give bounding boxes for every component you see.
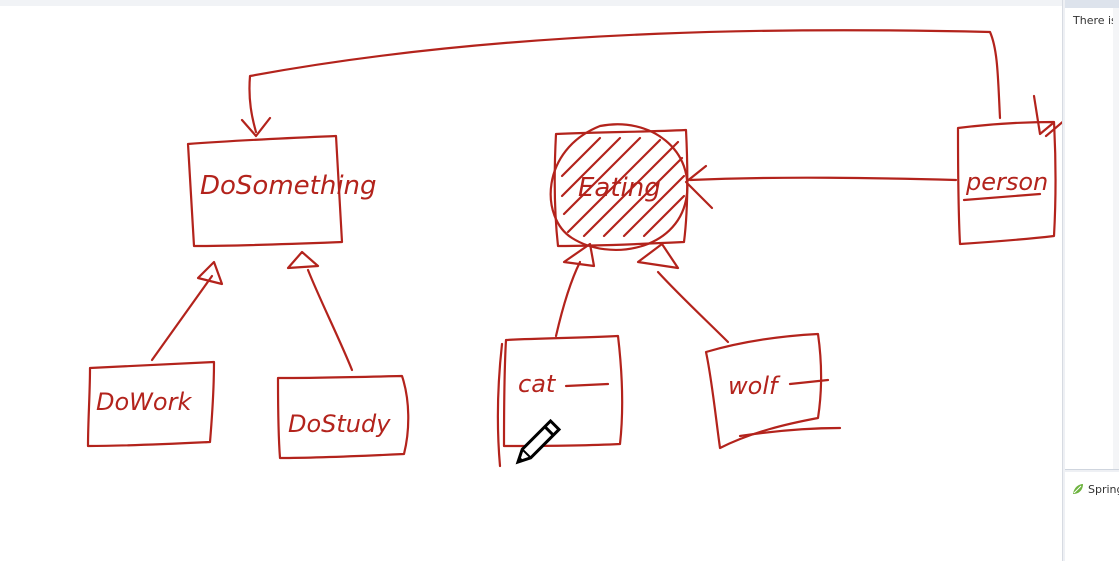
side-pane-scrollbar[interactable]	[1113, 8, 1119, 469]
node-person-label: person	[965, 168, 1048, 196]
person-to-dosomething-connector	[248, 29, 1002, 134]
node-cat-label: cat	[518, 370, 557, 398]
dosomething-arrowhead	[240, 116, 272, 138]
node-eating[interactable]: Eating	[549, 123, 689, 251]
node-cat[interactable]: cat	[496, 334, 624, 468]
wolf-triangle	[636, 242, 680, 270]
drawing-canvas[interactable]: DoSomething DoWork DoStudy Eating person…	[0, 0, 1062, 561]
dostudy-to-dosomething-edge	[306, 268, 354, 372]
node-dosomething-label: DoSomething	[200, 171, 377, 201]
node-dowork[interactable]: DoWork	[86, 360, 216, 448]
node-person[interactable]: person	[956, 80, 1062, 246]
side-panel: There is no Spring	[1062, 0, 1119, 561]
dowork-to-dosomething-edge	[150, 274, 214, 362]
wolf-to-eating-edge	[656, 270, 730, 344]
pencil-cursor-icon	[515, 418, 562, 465]
node-wolf-label: wolf	[728, 372, 781, 400]
node-dosomething[interactable]: DoSomething	[186, 134, 377, 248]
spring-leaf-icon	[1073, 484, 1083, 494]
spring-tab-label: Spring	[1088, 482, 1119, 496]
cat-to-eating-edge	[554, 260, 582, 338]
node-eating-label: Eating	[578, 173, 661, 203]
dowork-triangle	[196, 260, 224, 286]
node-wolf[interactable]: wolf	[704, 332, 842, 450]
eating-association-arrowhead	[684, 164, 714, 210]
person-to-eating-edge	[688, 176, 958, 182]
spring-view-tab[interactable]: Spring	[1071, 482, 1119, 496]
node-dowork-label: DoWork	[96, 388, 192, 416]
side-pane-console: There is no	[1065, 0, 1119, 470]
node-dostudy-label: DoStudy	[288, 410, 391, 438]
node-dostudy[interactable]: DoStudy	[276, 374, 410, 460]
whiteboard-window: DoSomething DoWork DoStudy Eating person…	[0, 0, 1119, 561]
dostudy-triangle	[286, 250, 320, 270]
side-pane-header	[1065, 0, 1119, 8]
side-pane-spring: Spring	[1065, 472, 1119, 561]
